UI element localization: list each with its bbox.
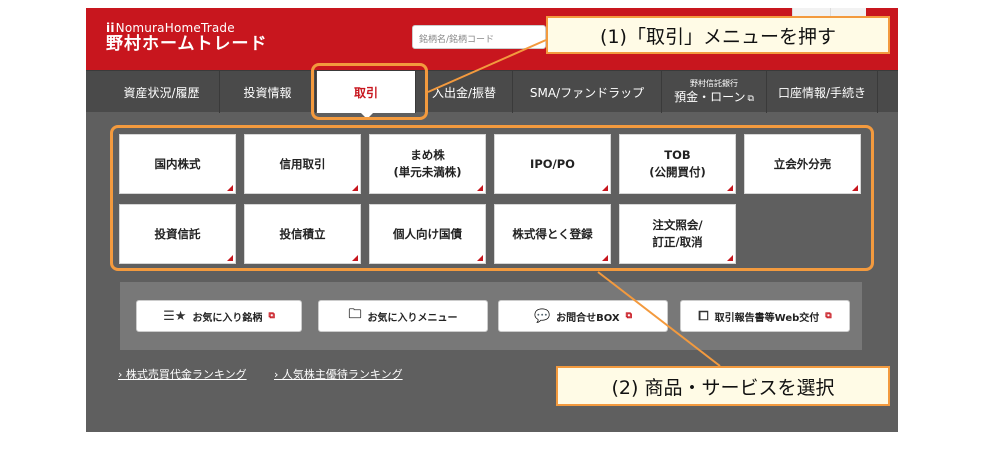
connector-line-1 — [427, 39, 547, 93]
highlight-product-menu — [110, 125, 874, 271]
highlight-trade-tab — [311, 63, 428, 120]
callout-step-2: (2) 商品・サービスを選択 — [556, 366, 890, 406]
callout-step-1: (1)「取引」メニューを押す — [546, 16, 890, 54]
connector-line-2 — [597, 271, 721, 367]
